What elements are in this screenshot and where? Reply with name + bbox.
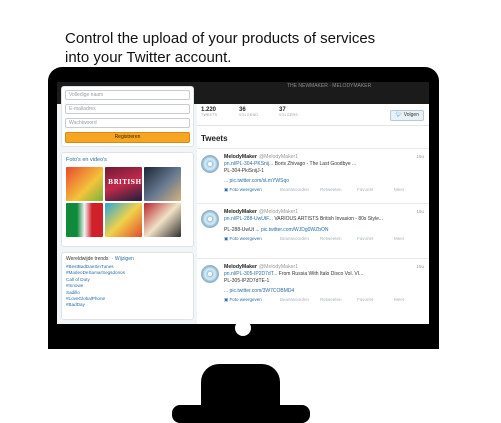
trend-item[interactable]: #BadDay <box>66 302 189 308</box>
tweet-actions: ▣ Foto weergeven Beantwoorden Retweeten … <box>224 187 424 193</box>
vinyl-avatar-icon[interactable] <box>201 210 219 228</box>
tweet-link[interactable]: pn.nl/PL-305-IP2D7dT... <box>224 271 277 277</box>
tweet-item[interactable]: MelodyMaker @MelodyMaker1 15u pn.nl/PL-30… <box>197 258 429 313</box>
photo-thumbnail[interactable] <box>66 203 103 237</box>
monitor-power-button <box>235 320 251 336</box>
tweet-author-name: MelodyMaker <box>224 264 257 270</box>
view-photo-label: Foto weergeven <box>229 236 262 241</box>
stat-followers-label: VOLGERS <box>279 113 299 117</box>
tweet-author-handle: @MelodyMaker1 <box>258 209 299 215</box>
tweet-link[interactable]: pn.nl/PL-304-PKSnij... <box>224 161 273 167</box>
tweet-pic-link[interactable]: pic.twitter.com/WJDg0WZbON <box>261 227 329 233</box>
favorite-button[interactable]: Favoriet <box>357 236 373 241</box>
tweet-author[interactable]: MelodyMaker @MelodyMaker1 <box>224 154 298 160</box>
more-button[interactable]: Meer <box>394 236 404 241</box>
vinyl-avatar-icon[interactable] <box>201 155 219 173</box>
view-photo-label: Foto weergeven <box>229 297 262 302</box>
tweet-time[interactable]: 15u <box>416 209 424 214</box>
more-button[interactable]: Meer <box>394 187 404 192</box>
tweet-body: Boris Zhivago - The Last Goodbye ... <box>274 161 357 167</box>
photo-thumbnail[interactable] <box>105 203 142 237</box>
tweet-author[interactable]: MelodyMaker @MelodyMaker1 <box>224 264 298 270</box>
trends-title: Wereldwijde trends · Wijzigen <box>66 256 189 262</box>
tweet-body: VARIOUS ARTISTS British Invasion - 80s S… <box>274 216 384 222</box>
signup-form: Volledige naam E-mailadres Wachtwoord Re… <box>61 86 194 147</box>
tweet-actions: ▣ Foto weergeven Beantwoorden Retweeten … <box>224 297 424 303</box>
tweet-code: PL-305-IP2D7dTE-1 <box>224 278 270 284</box>
monitor-stand-neck <box>201 364 280 410</box>
view-photo-link[interactable]: ▣ Foto weergeven <box>224 236 262 241</box>
trends-change-link[interactable]: · Wijzigen <box>112 256 134 262</box>
thumbnail-caption: BRITISH <box>108 179 142 186</box>
favorite-button[interactable]: Favoriet <box>357 187 373 192</box>
stat-following-label: VOLGEND <box>239 113 259 117</box>
view-photo-link[interactable]: ▣ Foto weergeven <box>224 187 262 192</box>
headline-line-1: Control the upload of your products of s… <box>65 30 376 47</box>
tweet-pic-line: PL-288-UwUt ... pic.twitter.com/WJDg0WZb… <box>224 227 328 233</box>
photos-videos-panel: Foto's en video's BRITISH <box>61 152 194 247</box>
tweet-pic-prefix: PL-288-UwUt ... <box>224 227 260 233</box>
tweet-author-handle: @MelodyMaker1 <box>258 264 299 270</box>
follow-button[interactable]: 🐦︎ Volgen <box>390 110 424 121</box>
left-sidebar: Volledige naam E-mailadres Wachtwoord Re… <box>61 86 194 324</box>
tweet-pic-link[interactable]: ... pic.twitter.com/sLmYWSqo <box>224 178 289 184</box>
full-name-field[interactable]: Volledige naam <box>65 90 190 100</box>
tweet-text: pn.nl/PL-305-IP2D7dT... From Russia With… <box>224 271 424 277</box>
register-button[interactable]: Registreren <box>65 132 190 143</box>
tweet-text: pn.nl/PL-304-PKSnij... Boris Zhivago - T… <box>224 161 424 167</box>
retweet-button[interactable]: Retweeten <box>320 297 342 302</box>
tweet-pic-link[interactable]: ... pic.twitter.com/3W7COBMD4 <box>224 288 294 294</box>
photos-videos-title[interactable]: Foto's en video's <box>66 157 189 163</box>
tweet-time[interactable]: 15u <box>416 264 424 269</box>
more-button[interactable]: Meer <box>394 297 404 302</box>
tweet-actions: ▣ Foto weergeven Beantwoorden Retweeten … <box>224 236 424 242</box>
reply-button[interactable]: Beantwoorden <box>280 297 309 302</box>
tweet-code: PL-304-PkiSnijJ-1 <box>224 168 265 174</box>
email-field[interactable]: E-mailadres <box>65 104 190 114</box>
view-photo-link[interactable]: ▣ Foto weergeven <box>224 297 262 302</box>
stat-tweets-label: TWEETS <box>201 113 218 117</box>
monitor-stand-base <box>172 405 310 423</box>
view-photo-label: Foto weergeven <box>229 187 262 192</box>
monitor-screen: THE NEWMAKER · MELODYMAKER Volledige naa… <box>57 82 429 324</box>
stat-followers[interactable]: 37 VOLGERS <box>279 107 298 117</box>
reply-button[interactable]: Beantwoorden <box>280 187 309 192</box>
vinyl-avatar-icon[interactable] <box>201 265 219 283</box>
tweet-author-name: MelodyMaker <box>224 209 257 215</box>
photo-thumbnail[interactable] <box>144 203 181 237</box>
tweet-link[interactable]: pn.nl/PL-288-UwUtF... <box>224 216 273 222</box>
trends-title-text: Wereldwijde trends <box>66 256 109 262</box>
tweet-item[interactable]: MelodyMaker @MelodyMaker1 15u pn.nl/PL-30… <box>197 148 429 203</box>
profile-handle: THE NEWMAKER · MELODYMAKER <box>287 83 372 89</box>
headline-line-2: into your Twitter account. <box>65 49 232 66</box>
retweet-button[interactable]: Retweeten <box>320 187 342 192</box>
tweets-heading: Tweets <box>201 134 228 143</box>
photo-grid: BRITISH <box>66 167 189 237</box>
photo-thumbnail[interactable]: BRITISH <box>105 167 142 201</box>
tweet-item[interactable]: MelodyMaker @MelodyMaker1 15u pn.nl/PL-28… <box>197 203 429 258</box>
headline: Control the upload of your products of s… <box>65 29 425 67</box>
favorite-button[interactable]: Favoriet <box>357 297 373 302</box>
timeline-column: 1.220 TWEETS 36 VOLGEND 37 VOLGERS 🐦︎ Vol… <box>197 104 429 324</box>
tweet-author-name: MelodyMaker <box>224 154 257 160</box>
tweet-pic-line: ... pic.twitter.com/sLmYWSqo <box>224 178 289 184</box>
stat-tweets[interactable]: 1.220 TWEETS <box>201 107 217 117</box>
photo-thumbnail[interactable] <box>66 167 103 201</box>
tweet-author[interactable]: MelodyMaker @MelodyMaker1 <box>224 209 298 215</box>
profile-stats-bar: 1.220 TWEETS 36 VOLGEND 37 VOLGERS 🐦︎ Vol… <box>197 104 429 126</box>
tweet-pic-line: ... pic.twitter.com/3W7COBMD4 <box>224 288 294 294</box>
reply-button[interactable]: Beantwoorden <box>280 236 309 241</box>
photo-thumbnail[interactable] <box>144 167 181 201</box>
stat-following[interactable]: 36 VOLGEND <box>239 107 258 117</box>
retweet-button[interactable]: Retweeten <box>320 236 342 241</box>
tweet-time[interactable]: 15u <box>416 154 424 159</box>
follow-button-label: Volgen <box>403 112 419 118</box>
tweet-text: pn.nl/PL-288-UwUtF... VARIOUS ARTISTS Br… <box>224 216 424 222</box>
tweet-author-handle: @MelodyMaker1 <box>258 154 299 160</box>
password-field[interactable]: Wachtwoord <box>65 118 190 128</box>
tweet-body: From Russia With Italo Disco Vol. VI... <box>278 271 364 277</box>
trends-panel: Wereldwijde trends · Wijzigen #BestBadDa… <box>61 252 194 320</box>
twitter-bird-icon: 🐦︎ <box>395 112 402 118</box>
